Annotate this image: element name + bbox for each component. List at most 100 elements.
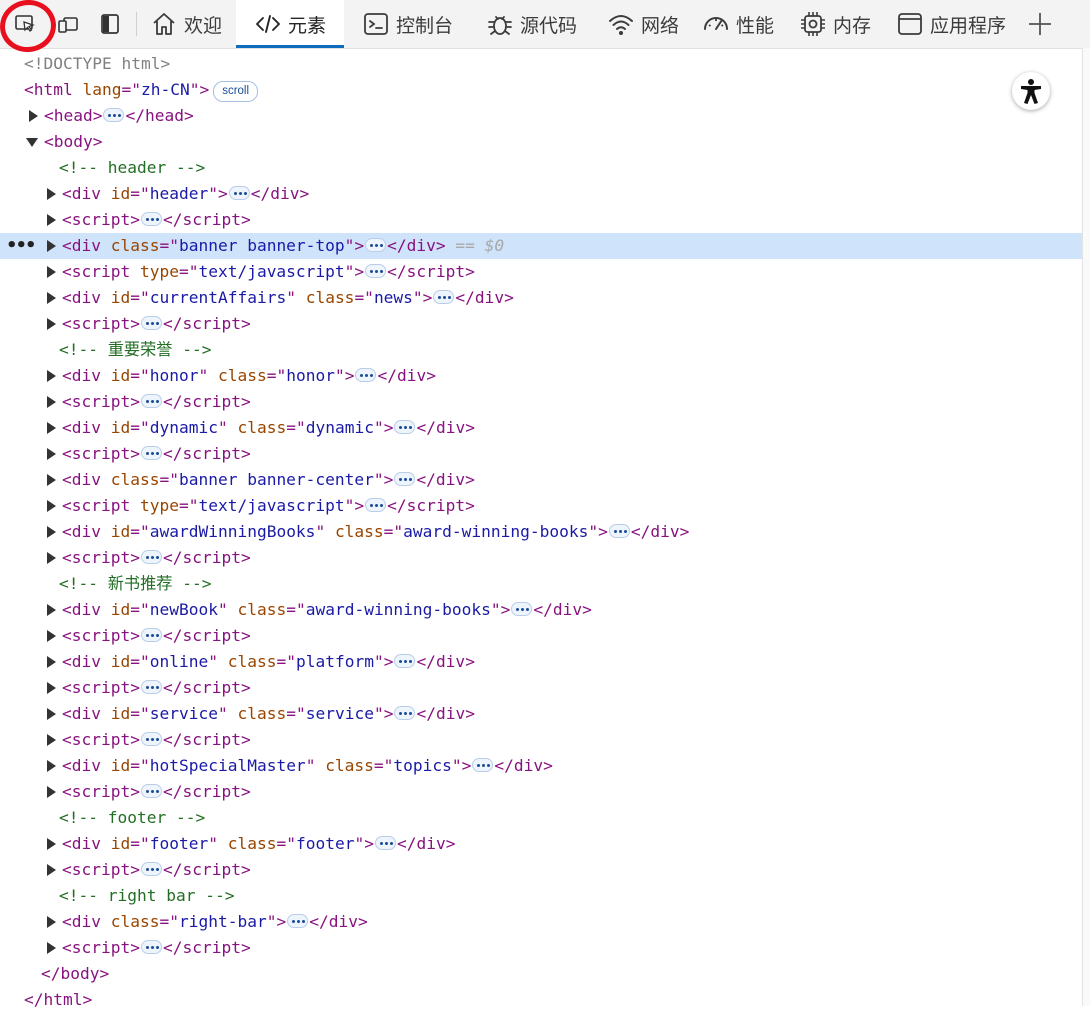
expand-ellipsis-button[interactable] (140, 862, 162, 876)
more-tools-button[interactable] (1024, 8, 1056, 40)
dom-node-line[interactable]: </html> (0, 987, 1082, 1013)
expand-triangle-icon[interactable] (47, 292, 56, 304)
dom-node-line[interactable]: <script> </script> (0, 441, 1082, 467)
dom-node-line[interactable]: <div id="currentAffairs" class="news"> </… (0, 285, 1082, 311)
dock-sidebar-button[interactable] (94, 8, 126, 40)
dom-node-line[interactable]: <div id="honor" class="honor"> </div> (0, 363, 1082, 389)
expand-triangle-icon[interactable] (47, 630, 56, 642)
expand-ellipsis-button[interactable] (140, 394, 162, 408)
dom-node-line[interactable]: <div class="right-bar"> </div> (0, 909, 1082, 935)
expand-ellipsis-button[interactable] (394, 706, 416, 720)
expand-triangle-icon[interactable] (47, 214, 56, 226)
dom-node-line[interactable]: <script> </script> (0, 389, 1082, 415)
scroll-badge[interactable]: scroll (213, 81, 259, 102)
expand-ellipsis-button[interactable] (140, 446, 162, 460)
expand-triangle-icon[interactable] (47, 864, 56, 876)
expand-triangle-icon[interactable] (47, 760, 56, 772)
dom-node-line[interactable]: <html lang="zh-CN"> scroll (0, 77, 1082, 103)
dom-node-line[interactable]: <script type="text/javascript"> </script> (0, 493, 1082, 519)
expand-triangle-icon[interactable] (47, 422, 56, 434)
expand-triangle-icon[interactable] (47, 734, 56, 746)
expand-ellipsis-button[interactable] (103, 108, 125, 122)
expand-triangle-icon[interactable] (47, 474, 56, 486)
expand-ellipsis-button[interactable] (472, 758, 494, 772)
expand-ellipsis-button[interactable] (140, 628, 162, 642)
expand-triangle-icon[interactable] (47, 396, 56, 408)
collapse-triangle-icon[interactable] (26, 138, 38, 147)
expand-triangle-icon[interactable] (47, 682, 56, 694)
expand-triangle-icon[interactable] (47, 916, 56, 928)
expand-triangle-icon[interactable] (47, 370, 56, 382)
tab-network[interactable]: 网络 (607, 0, 687, 48)
dom-node-line[interactable]: <script type="text/javascript"> </script> (0, 259, 1082, 285)
expand-triangle-icon[interactable] (47, 942, 56, 954)
dom-node-line[interactable]: <script> </script> (0, 623, 1082, 649)
expand-triangle-icon[interactable] (29, 110, 38, 122)
expand-ellipsis-button[interactable] (365, 498, 387, 512)
tab-performance[interactable]: 性能 (702, 0, 782, 48)
dom-node-line[interactable]: <script> </script> (0, 545, 1082, 571)
expand-ellipsis-button[interactable] (433, 290, 455, 304)
expand-triangle-icon[interactable] (47, 552, 56, 564)
expand-ellipsis-button[interactable] (140, 732, 162, 746)
dom-node-line[interactable]: <div id="hotSpecialMaster" class="topics… (0, 753, 1082, 779)
tab-console[interactable]: 控制台 (362, 0, 468, 48)
expand-ellipsis-button[interactable] (140, 212, 162, 226)
expand-ellipsis-button[interactable] (140, 784, 162, 798)
dom-node-line[interactable]: <!DOCTYPE html> (0, 51, 1082, 77)
tab-welcome[interactable]: 欢迎 (150, 0, 230, 48)
dom-node-line[interactable]: <div id="footer" class="footer"> </div> (0, 831, 1082, 857)
expand-triangle-icon[interactable] (47, 188, 56, 200)
dom-comment-line[interactable]: <!-- header --> (0, 155, 1082, 181)
expand-triangle-icon[interactable] (47, 838, 56, 850)
dom-comment-line[interactable]: <!-- 重要荣誉 --> (0, 337, 1082, 363)
dom-node-line[interactable]: ••• <div class="banner banner-top"> </div>… (0, 233, 1082, 259)
expand-ellipsis-button[interactable] (394, 420, 416, 434)
dom-node-line[interactable]: <div id="online" class="platform"> </div> (0, 649, 1082, 675)
expand-ellipsis-button[interactable] (140, 940, 162, 954)
expand-triangle-icon[interactable] (47, 240, 56, 252)
expand-ellipsis-button[interactable] (374, 836, 396, 850)
dom-node-line[interactable]: <div id="dynamic" class="dynamic"> </div> (0, 415, 1082, 441)
expand-ellipsis-button[interactable] (140, 316, 162, 330)
dom-node-line[interactable]: <div id="awardWinningBooks" class="award… (0, 519, 1082, 545)
expand-triangle-icon[interactable] (47, 786, 56, 798)
tab-application[interactable]: 应用程序 (896, 0, 1008, 48)
dom-node-line[interactable]: <div id="newBook" class="award-winning-b… (0, 597, 1082, 623)
expand-triangle-icon[interactable] (47, 656, 56, 668)
dom-comment-line[interactable]: <!-- right bar --> (0, 883, 1082, 909)
tab-elements[interactable]: 元素 (236, 0, 344, 48)
expand-triangle-icon[interactable] (47, 526, 56, 538)
expand-triangle-icon[interactable] (47, 266, 56, 278)
dom-node-line[interactable]: <script> </script> (0, 727, 1082, 753)
dom-node-line[interactable]: <script> </script> (0, 675, 1082, 701)
expand-ellipsis-button[interactable] (355, 368, 377, 382)
expand-ellipsis-button[interactable] (140, 680, 162, 694)
tab-memory[interactable]: 内存 (799, 0, 879, 48)
expand-ellipsis-button[interactable] (140, 550, 162, 564)
dom-node-line[interactable]: <script> </script> (0, 311, 1082, 337)
expand-ellipsis-button[interactable] (228, 186, 250, 200)
expand-ellipsis-button[interactable] (511, 602, 533, 616)
expand-ellipsis-button[interactable] (365, 238, 387, 252)
expand-ellipsis-button[interactable] (608, 524, 630, 538)
device-emulation-button[interactable] (52, 8, 84, 40)
expand-triangle-icon[interactable] (47, 604, 56, 616)
dom-node-line[interactable]: <div id="header"> </div> (0, 181, 1082, 207)
expand-ellipsis-button[interactable] (394, 654, 416, 668)
dom-node-line[interactable]: <script> </script> (0, 779, 1082, 805)
expand-triangle-icon[interactable] (47, 318, 56, 330)
row-menu-icon[interactable]: ••• (6, 233, 36, 259)
expand-triangle-icon[interactable] (47, 448, 56, 460)
dom-node-line[interactable]: <head> </head> (0, 103, 1082, 129)
expand-ellipsis-button[interactable] (365, 264, 387, 278)
dom-node-line[interactable]: <div class="banner banner-center"> </div> (0, 467, 1082, 493)
dom-node-line[interactable]: <script> </script> (0, 857, 1082, 883)
tab-sources[interactable]: 源代码 (486, 0, 592, 48)
dom-node-line[interactable]: <script> </script> (0, 207, 1082, 233)
dom-node-line[interactable]: <script> </script> (0, 935, 1082, 961)
dom-comment-line[interactable]: <!-- footer --> (0, 805, 1082, 831)
dom-node-line[interactable]: <div id="service" class="service"> </div> (0, 701, 1082, 727)
expand-triangle-icon[interactable] (47, 708, 56, 720)
dom-node-line[interactable]: </body> (0, 961, 1082, 987)
